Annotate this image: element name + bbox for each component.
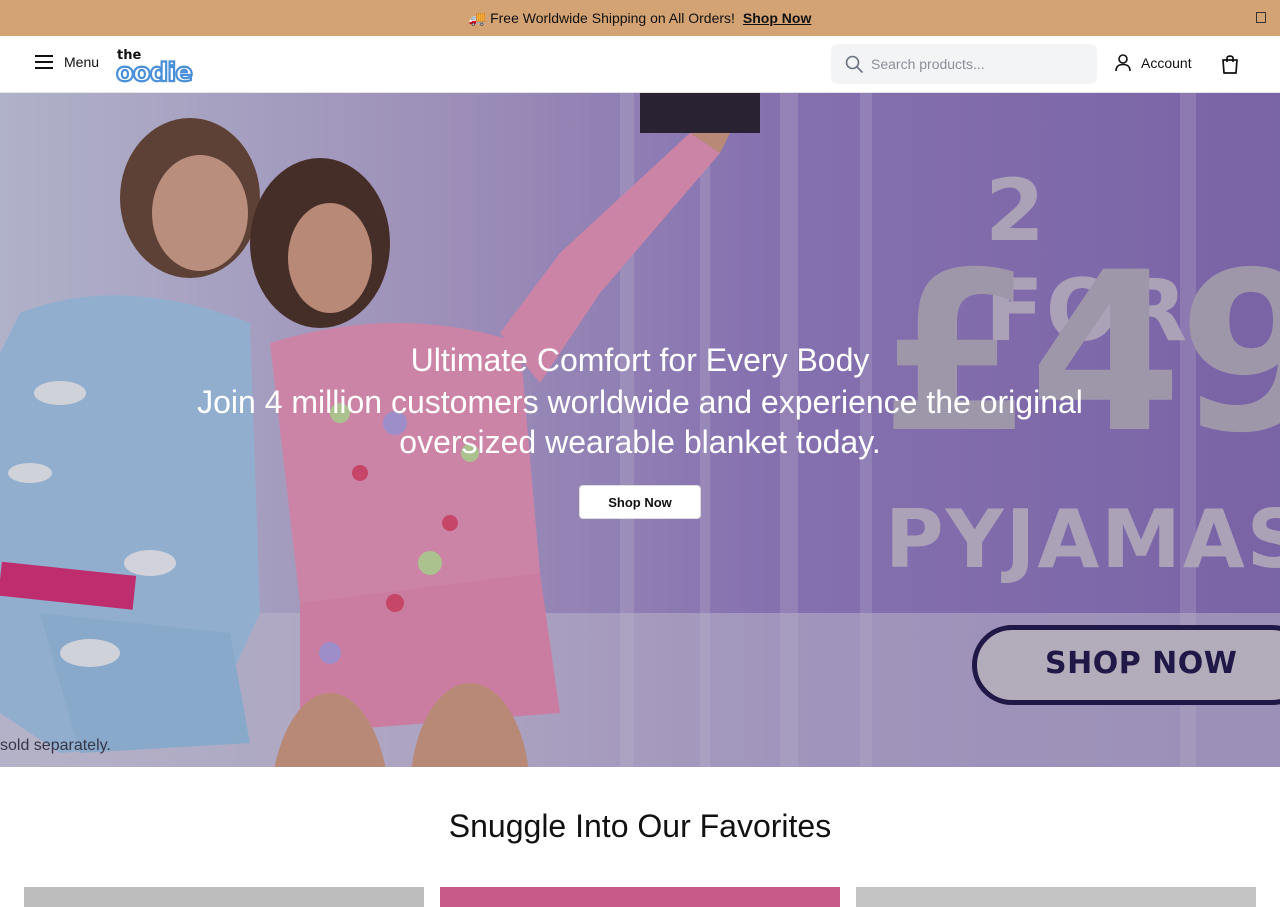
account-label: Account <box>1141 55 1192 71</box>
oodie-logo[interactable]: the oodie <box>116 46 208 84</box>
menu-button[interactable]: Menu <box>35 54 99 70</box>
shopping-bag-icon[interactable] <box>1221 54 1239 74</box>
announcement-shop-now-link[interactable]: Shop Now <box>743 10 811 26</box>
svg-text:oodie: oodie <box>116 58 192 84</box>
truck-icon: 🚚 <box>468 9 487 26</box>
search-bar[interactable] <box>831 44 1097 84</box>
section-title: Snuggle Into Our Favorites <box>448 808 832 844</box>
product-card[interactable] <box>440 887 840 907</box>
hero-shop-now-button[interactable]: Shop Now <box>579 485 701 519</box>
product-card[interactable] <box>24 887 424 907</box>
announcement-text: Free Worldwide Shipping on All Orders! <box>490 10 735 26</box>
user-icon <box>1115 54 1131 72</box>
hero-banner: 2 FOR £49 PYJAMAS SHOP NOW sold separate… <box>0 93 1280 767</box>
search-input[interactable] <box>871 56 1081 72</box>
account-button[interactable]: Account <box>1115 54 1192 72</box>
hero-subtitle: Join 4 million customers worldwide and e… <box>197 384 1083 460</box>
search-icon <box>845 55 863 73</box>
close-icon[interactable] <box>1256 12 1266 23</box>
menu-label: Menu <box>64 54 100 70</box>
hero-title: Ultimate Comfort for Every Body <box>410 342 870 378</box>
announcement-bar: 🚚 Free Worldwide Shipping on All Orders!… <box>0 0 1280 36</box>
site-header: Menu the oodie Account <box>0 36 1280 93</box>
product-card[interactable] <box>856 887 1256 907</box>
hamburger-icon <box>35 55 53 69</box>
